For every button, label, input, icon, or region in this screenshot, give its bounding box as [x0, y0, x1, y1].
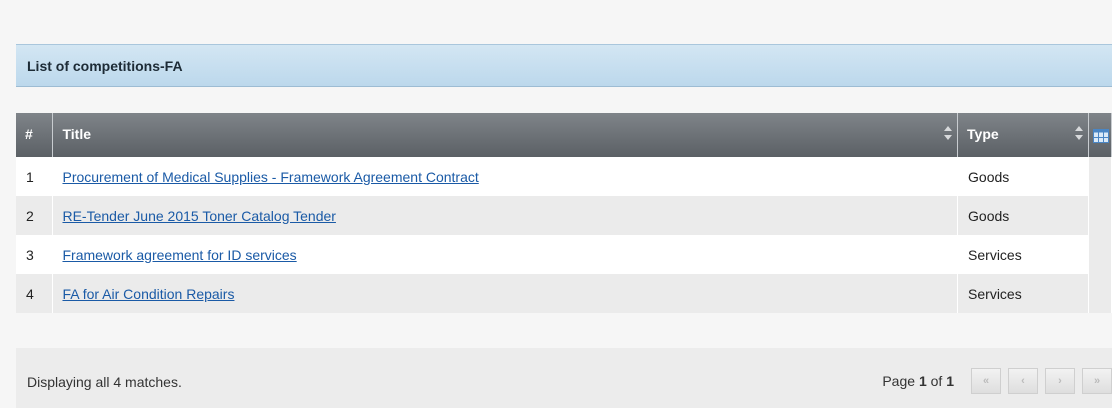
row-type-cell: Goods [957, 196, 1089, 235]
page-of: of [926, 373, 947, 389]
competition-type: Goods [968, 168, 1010, 185]
competition-type: Services [968, 246, 1022, 263]
next-page-button[interactable]: › [1045, 368, 1075, 394]
competition-title-link[interactable]: Procurement of Medical Supplies - Framew… [62, 169, 478, 185]
row-title-cell: Procurement of Medical Supplies - Framew… [52, 157, 959, 196]
page-current: 1 [918, 373, 927, 389]
column-header-type[interactable]: Type [957, 113, 1089, 157]
pager: Page 1 of 1 « ‹ › » [882, 368, 1112, 394]
first-page-button[interactable]: « [971, 368, 1001, 394]
row-number-cell: 4 [16, 274, 54, 313]
column-chooser-cell[interactable] [1088, 113, 1112, 157]
row-number-cell: 3 [16, 235, 54, 274]
row-number: 1 [26, 168, 34, 185]
row-type-cell: Services [957, 274, 1089, 313]
grid-footer: Displaying all 4 matches. Page 1 of 1 « … [16, 348, 1112, 408]
competition-title-link[interactable]: Framework agreement for ID services [62, 247, 296, 263]
last-page-button[interactable]: » [1082, 368, 1112, 394]
column-header-type-label: Type [967, 126, 999, 142]
column-chooser-gutter [1088, 157, 1112, 313]
panel-header: List of competitions-FA [16, 44, 1112, 87]
row-type-cell: Goods [957, 157, 1089, 196]
table-row: 2 RE-Tender June 2015 Toner Catalog Tend… [16, 196, 1112, 235]
column-header-num-label: # [25, 126, 33, 142]
match-count-status: Displaying all 4 matches. [27, 374, 182, 390]
column-chooser-icon[interactable] [1092, 129, 1109, 143]
page-prefix: Page [882, 373, 919, 389]
row-number: 4 [26, 285, 34, 302]
panel-title: List of competitions-FA [27, 58, 183, 74]
row-number: 2 [26, 207, 34, 224]
competition-type: Services [968, 285, 1022, 302]
row-title-cell: FA for Air Condition Repairs [52, 274, 959, 313]
table-header-row: # Title Type [16, 113, 1112, 157]
column-header-title[interactable]: Title [52, 113, 959, 157]
competition-title-link[interactable]: FA for Air Condition Repairs [62, 286, 234, 302]
row-title-cell: RE-Tender June 2015 Toner Catalog Tender [52, 196, 959, 235]
table-row: 3 Framework agreement for ID services Se… [16, 235, 1112, 274]
sort-arrows-icon[interactable] [1074, 124, 1084, 142]
sort-arrows-icon[interactable] [943, 124, 953, 142]
row-title-cell: Framework agreement for ID services [52, 235, 959, 274]
page-total: 1 [946, 373, 954, 389]
competition-type: Goods [968, 207, 1010, 224]
column-header-num: # [16, 113, 54, 157]
competition-title-link[interactable]: RE-Tender June 2015 Toner Catalog Tender [62, 208, 335, 224]
table-row: 4 FA for Air Condition Repairs Services [16, 274, 1112, 313]
previous-page-button[interactable]: ‹ [1008, 368, 1038, 394]
row-number: 3 [26, 246, 34, 263]
page-indicator: Page 1 of 1 [882, 373, 954, 389]
row-number-cell: 2 [16, 196, 54, 235]
row-type-cell: Services [957, 235, 1089, 274]
competitions-table: # Title Type 1 Procurement of Medical Su… [16, 113, 1112, 313]
column-header-title-label: Title [62, 126, 92, 142]
row-number-cell: 1 [16, 157, 54, 196]
table-row: 1 Procurement of Medical Supplies - Fram… [16, 157, 1112, 313]
